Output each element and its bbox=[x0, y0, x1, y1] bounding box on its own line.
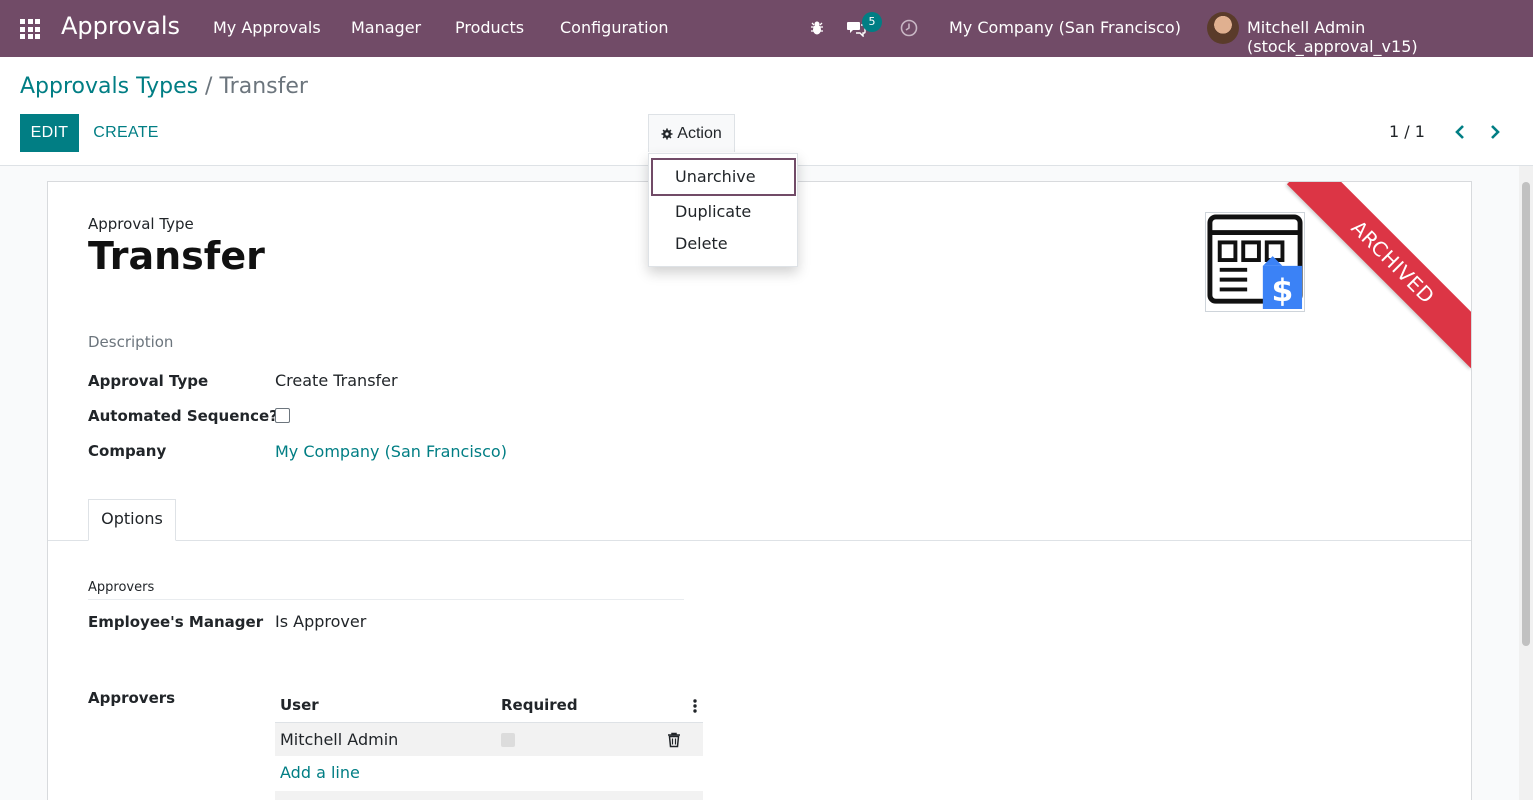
apps-menu-icon[interactable] bbox=[20, 19, 40, 39]
row-required-checkbox bbox=[501, 733, 515, 747]
edit-button[interactable]: EDIT bbox=[20, 114, 79, 152]
automated-sequence-checkbox[interactable] bbox=[275, 408, 290, 423]
tab-options[interactable]: Options bbox=[88, 499, 176, 541]
bug-icon[interactable] bbox=[809, 20, 825, 36]
user-menu[interactable]: Mitchell Admin (stock_approval_v15) bbox=[1247, 18, 1533, 56]
employee-manager-value: Is Approver bbox=[275, 612, 367, 631]
company-label: Company bbox=[88, 442, 167, 460]
breadcrumb-parent[interactable]: Approvals Types bbox=[20, 74, 198, 99]
menu-products[interactable]: Products bbox=[455, 18, 524, 37]
chat-badge: 5 bbox=[862, 12, 882, 32]
approval-type-label: Approval Type bbox=[88, 372, 209, 390]
approval-type-caption: Approval Type bbox=[88, 215, 194, 233]
breadcrumb-separator: / bbox=[198, 74, 220, 99]
breadcrumb: Approvals Types / Transfer bbox=[20, 74, 308, 99]
automated-sequence-label: Automated Sequence? bbox=[88, 407, 278, 425]
breadcrumb-current: Transfer bbox=[219, 74, 308, 99]
clock-icon[interactable] bbox=[900, 19, 918, 37]
optional-columns-icon[interactable] bbox=[693, 699, 697, 713]
gear-icon bbox=[661, 128, 673, 139]
top-navbar: Approvals My Approvals Manager Products … bbox=[0, 0, 1533, 57]
app-brand[interactable]: Approvals bbox=[61, 12, 180, 40]
column-user[interactable]: User bbox=[280, 696, 319, 714]
add-a-line-link[interactable]: Add a line bbox=[280, 763, 360, 782]
approvers-separator: Approvers bbox=[88, 580, 155, 595]
form-sheet: ARCHIVED $ Approval Type Transfer Descri… bbox=[47, 181, 1472, 800]
chevron-left-icon[interactable] bbox=[1451, 123, 1469, 141]
scrollbar-thumb[interactable] bbox=[1522, 182, 1530, 646]
control-panel: Approvals Types / Transfer EDIT CREATE A… bbox=[0, 57, 1533, 166]
description-label: Description bbox=[88, 333, 174, 351]
table-footer bbox=[275, 791, 703, 800]
archived-ribbon: ARCHIVED bbox=[1286, 182, 1471, 369]
separator-line bbox=[88, 599, 684, 600]
page-scrollbar[interactable] bbox=[1519, 166, 1533, 800]
pager-value[interactable]: 1 / 1 bbox=[1389, 122, 1425, 141]
action-dropdown-button[interactable]: Action bbox=[648, 114, 735, 152]
column-required[interactable]: Required bbox=[501, 696, 578, 714]
unarchive-menu-item[interactable]: Unarchive bbox=[651, 158, 796, 196]
approval-type-value: Create Transfer bbox=[275, 371, 398, 390]
action-label: Action bbox=[677, 124, 722, 142]
company-switcher[interactable]: My Company (San Francisco) bbox=[949, 18, 1181, 37]
company-link[interactable]: My Company (San Francisco) bbox=[275, 442, 507, 461]
tabs-divider bbox=[48, 540, 1471, 541]
table-row[interactable]: Mitchell Admin bbox=[275, 723, 703, 756]
svg-text:$: $ bbox=[1272, 273, 1294, 309]
duplicate-menu-item[interactable]: Duplicate bbox=[649, 196, 797, 228]
menu-configuration[interactable]: Configuration bbox=[560, 18, 669, 37]
approval-type-image[interactable]: $ bbox=[1205, 212, 1305, 312]
row-user: Mitchell Admin bbox=[280, 730, 399, 749]
menu-my-approvals[interactable]: My Approvals bbox=[213, 18, 321, 37]
approvers-table-header: User Required bbox=[275, 685, 703, 723]
chevron-right-icon[interactable] bbox=[1486, 123, 1504, 141]
user-avatar[interactable] bbox=[1207, 12, 1239, 44]
action-dropdown-menu: Unarchive Duplicate Delete bbox=[648, 153, 798, 267]
employee-manager-label: Employee's Manager bbox=[88, 613, 264, 631]
trash-icon[interactable] bbox=[667, 732, 681, 748]
delete-menu-item[interactable]: Delete bbox=[649, 228, 797, 260]
record-title: Transfer bbox=[88, 234, 265, 278]
approvers-label: Approvers bbox=[88, 689, 176, 707]
menu-manager[interactable]: Manager bbox=[351, 18, 421, 37]
create-button[interactable]: CREATE bbox=[88, 114, 164, 152]
